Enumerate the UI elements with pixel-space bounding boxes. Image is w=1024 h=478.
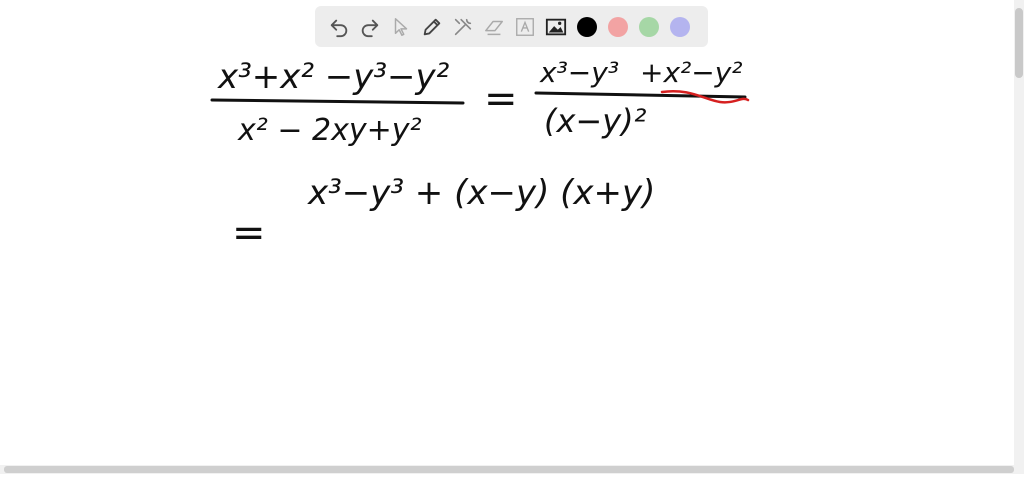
tools-icon	[454, 18, 471, 35]
rhs-numerator-part-b: +x²−y²	[640, 56, 743, 89]
vertical-scrollbar[interactable]	[1014, 0, 1024, 474]
eraser-tool-button[interactable]	[478, 11, 509, 42]
drawing-toolbar	[315, 6, 708, 47]
text-tool-button[interactable]	[509, 11, 540, 42]
undo-icon	[330, 19, 347, 37]
color-swatch-green	[638, 16, 659, 37]
equals-sign-2: =	[232, 210, 266, 256]
equals-sign-1: =	[484, 76, 518, 122]
image-icon	[545, 18, 566, 35]
pen-tool-button[interactable]	[416, 11, 447, 42]
lhs-numerator: x³+x² −y³−y²	[217, 57, 450, 97]
second-line-expression: x³−y³ + (x−y) (x+y)	[307, 173, 655, 213]
eraser-icon	[484, 20, 503, 35]
pointer-icon	[394, 17, 407, 36]
pen-icon	[423, 18, 440, 35]
tools-button[interactable]	[447, 11, 478, 42]
color-green-button[interactable]	[633, 11, 664, 42]
horizontal-scrollbar[interactable]	[0, 465, 1024, 474]
redo-button[interactable]	[354, 11, 385, 42]
whiteboard-canvas[interactable]: x³+x² −y³−y² x² − 2xy+y² = x³−y³ +x²−y² …	[0, 0, 1024, 474]
handwriting-layer: x³+x² −y³−y² x² − 2xy+y² = x³−y³ +x²−y² …	[210, 56, 750, 256]
color-swatch-red	[607, 16, 628, 37]
rhs-numerator-part-a: x³−y³	[539, 56, 619, 89]
color-red-button[interactable]	[602, 11, 633, 42]
color-swatch-black	[576, 16, 597, 37]
redo-icon	[361, 19, 378, 37]
image-tool-button[interactable]	[540, 11, 571, 42]
color-blue-button[interactable]	[664, 11, 695, 42]
vertical-scroll-thumb[interactable]	[1015, 8, 1023, 78]
undo-button[interactable]	[323, 11, 354, 42]
horizontal-scroll-thumb[interactable]	[4, 466, 1014, 473]
lhs-fraction-bar	[210, 98, 465, 105]
lhs-denominator: x² − 2xy+y²	[237, 113, 422, 148]
text-icon	[515, 17, 534, 36]
rhs-denominator: (x−y)²	[544, 102, 647, 140]
rhs-fraction-bar	[534, 91, 747, 99]
color-black-button[interactable]	[571, 11, 602, 42]
select-tool-button[interactable]	[385, 11, 416, 42]
color-swatch-blue	[669, 16, 690, 37]
